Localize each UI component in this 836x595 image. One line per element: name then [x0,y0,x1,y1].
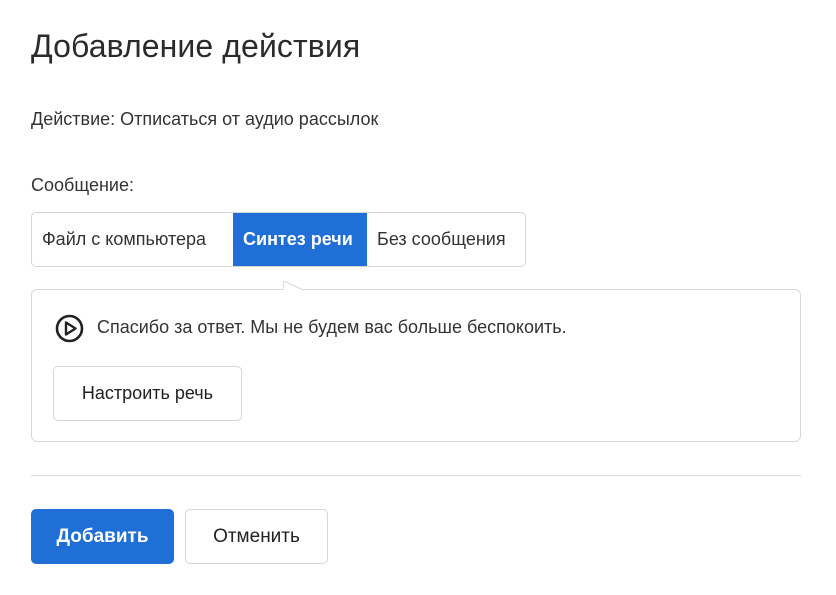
speech-text: Спасибо за ответ. Мы не будем вас больше… [97,317,567,337]
message-type-segmented-control: Файл с компьютера Синтез речи Без сообще… [31,212,526,267]
tab-speech-synthesis[interactable]: Синтез речи [233,213,367,266]
play-circle-icon[interactable] [55,314,84,343]
tab-no-message[interactable]: Без сообщения [367,213,525,266]
add-action-dialog: Добавление действия Действие: Отписаться… [0,0,836,595]
tab-file-from-computer[interactable]: Файл с компьютера [32,213,233,266]
cancel-button[interactable]: Отменить [185,509,328,564]
add-button[interactable]: Добавить [31,509,174,564]
message-label: Сообщение: [31,175,134,195]
action-description: Действие: Отписаться от аудио рассылок [31,109,379,129]
page-title: Добавление действия [31,28,361,64]
divider [31,475,801,476]
configure-speech-button[interactable]: Настроить речь [53,366,242,421]
